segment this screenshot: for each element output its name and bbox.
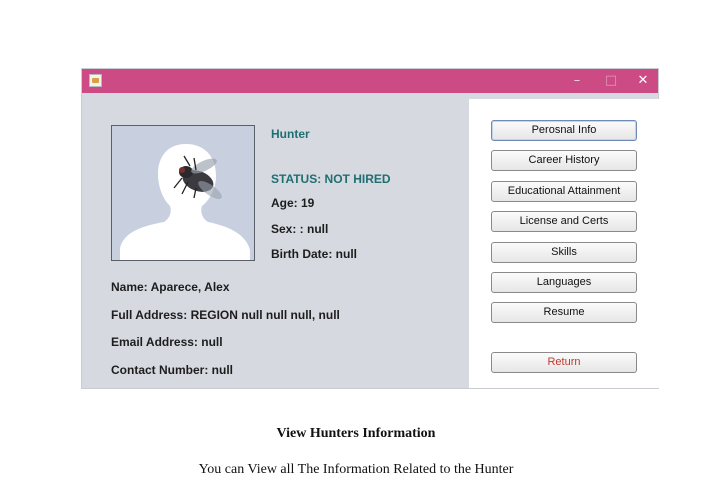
educational-attainment-button[interactable]: Educational Attainment	[491, 181, 637, 202]
languages-button[interactable]: Languages	[491, 272, 637, 293]
profile-photo	[111, 125, 255, 261]
figure-caption-description: You can View all The Information Related…	[198, 462, 514, 477]
email-label: Email Address: null	[111, 335, 223, 349]
name-label: Name: Aparece, Alex	[111, 280, 230, 294]
status-label: STATUS: NOT HIRED	[271, 172, 391, 186]
default-avatar-icon	[112, 126, 254, 260]
figure-caption-title: View Hunters Information	[276, 426, 436, 441]
return-button[interactable]: Return	[491, 352, 637, 373]
sex-label: Sex: : null	[271, 222, 329, 236]
close-icon[interactable]: ✕	[626, 69, 660, 93]
skills-button[interactable]: Skills	[491, 242, 637, 263]
maximize-icon[interactable]: □	[594, 69, 628, 93]
menu-panel: Perosnal Info Career History Educational…	[469, 99, 659, 388]
java-app-icon	[89, 74, 102, 87]
full-address-label: Full Address: REGION null null null, nul…	[111, 308, 340, 322]
role-label: Hunter	[271, 127, 310, 141]
minimize-icon[interactable]: –	[560, 69, 594, 93]
career-history-button[interactable]: Career History	[491, 150, 637, 171]
age-label: Age: 19	[271, 196, 315, 210]
license-certs-button[interactable]: License and Certs	[491, 211, 637, 232]
hunter-info-window: – □ ✕ Hunter STATUS: NOT HIRED Age: 19 S…	[81, 68, 659, 389]
birth-date-label: Birth Date: null	[271, 247, 357, 261]
contact-number-label: Contact Number: null	[111, 363, 233, 377]
title-bar[interactable]: – □ ✕	[82, 69, 658, 93]
personal-info-button[interactable]: Perosnal Info	[491, 120, 637, 141]
resume-button[interactable]: Resume	[491, 302, 637, 323]
